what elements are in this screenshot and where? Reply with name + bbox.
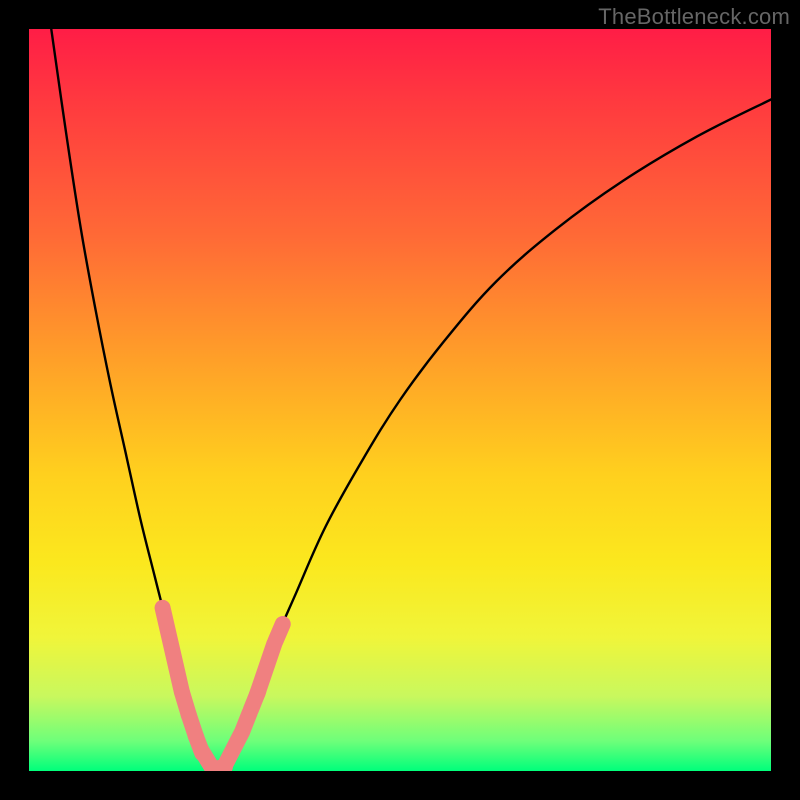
bottleneck-curve bbox=[29, 29, 771, 771]
watermark-text: TheBottleneck.com bbox=[598, 4, 790, 30]
chart-container: TheBottleneck.com bbox=[0, 0, 800, 800]
plot-area bbox=[29, 29, 771, 771]
